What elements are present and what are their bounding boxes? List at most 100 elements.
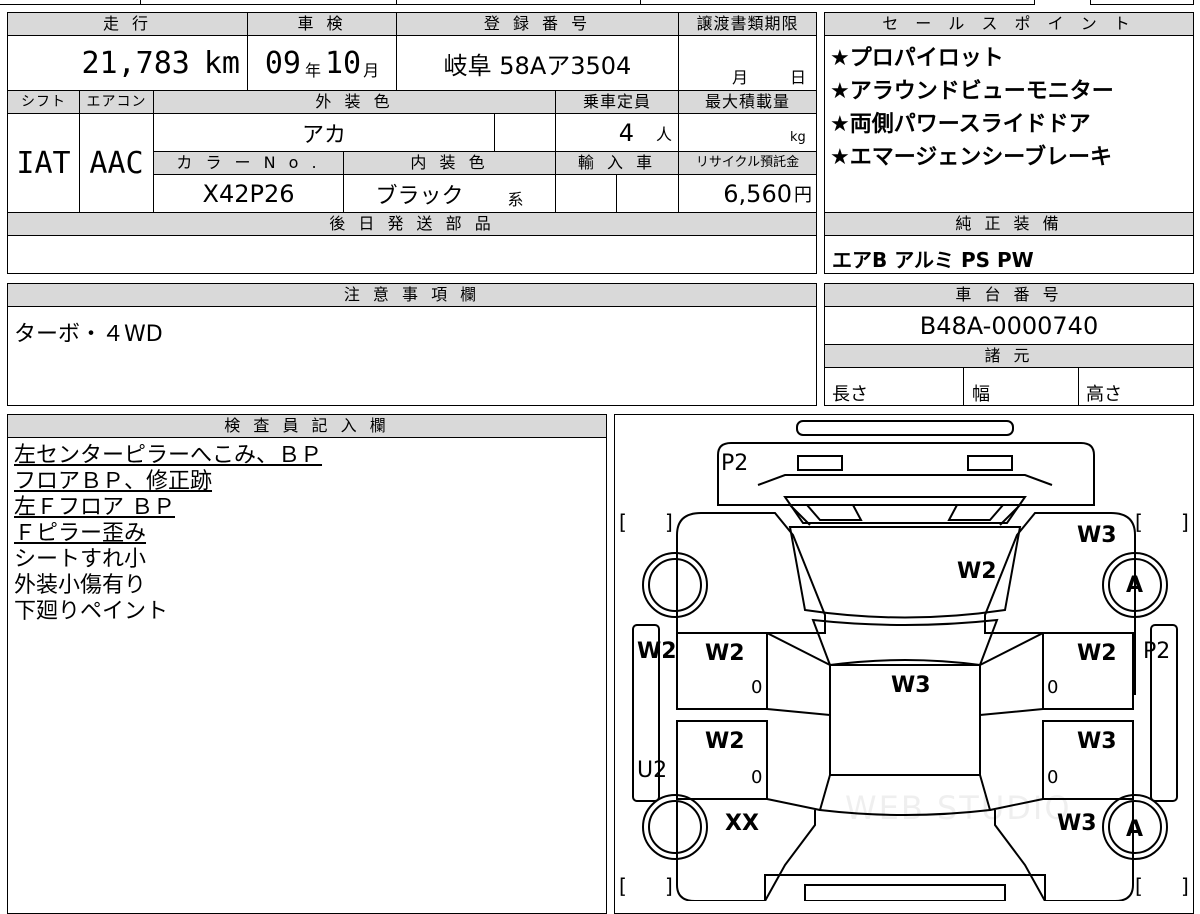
svg-text:]: ] — [1181, 510, 1189, 534]
sales-point-item: ★両側パワースライドドア — [830, 112, 1091, 137]
registration-value: 岐阜 58Aア3504 — [443, 51, 632, 80]
transfer-month-unit: 月 — [732, 68, 749, 87]
specs-header: 諸 元 — [825, 345, 1193, 367]
sales-point-item: ★エマージェンシーブレーキ — [830, 145, 1112, 170]
exterior-color-value: アカ — [301, 122, 346, 148]
capacity-unit: 人 — [655, 124, 672, 144]
car-condition-diagram: [] [] [] [] P2 W2 W3 A W2 W2 0 W3 W2 0 P… — [614, 414, 1194, 914]
left-wiper — [804, 504, 863, 521]
mileage-header: 走 行 — [8, 13, 247, 35]
mark-left-rear-door: W2 — [705, 729, 745, 754]
interior-color-cell: ブラック 系 — [344, 175, 555, 212]
rear-hatch — [764, 874, 1046, 901]
inspector-line: 下廻りペイント — [14, 599, 169, 624]
windshield — [811, 618, 999, 667]
left-front-tire — [642, 552, 708, 618]
svg-text:[: [ — [1135, 510, 1143, 534]
transfer-day-unit: 日 — [790, 68, 807, 87]
genuine-equipment-value: エアB アルミ PS PW — [832, 248, 1034, 272]
specs-width-label: 幅 — [972, 384, 990, 405]
inspection-year: 09 — [264, 45, 301, 81]
inspector-line: シートすれ小 — [14, 547, 147, 572]
color-no-value: X42P26 — [202, 179, 295, 208]
sales-point-item: ★アラウンドビューモニター — [830, 79, 1114, 104]
inspector-line: フロアＢＰ、修正跡 — [14, 469, 213, 494]
exterior-color-header: 外 装 色 — [154, 91, 555, 113]
capacity-value: 4 — [618, 118, 634, 147]
shift-value: IAT — [16, 145, 71, 181]
watermark: WEB STUDIO — [845, 789, 1072, 827]
capacity-cell: 4 人 — [556, 114, 678, 151]
inspector-line: Ｆピラー歪み — [14, 521, 147, 546]
mark-right-rear-door-num: 0 — [1047, 767, 1059, 788]
mark-right-rear-tire: A — [1126, 817, 1144, 842]
max-load-header: 最大積載量 — [679, 91, 816, 113]
transfer-deadline-header: 譲渡書類期限 — [679, 13, 816, 35]
recycle-header: リサイクル預託金 — [679, 152, 816, 174]
mark-right-front-tire: A — [1126, 573, 1144, 598]
mark-left-front-door-num: 0 — [751, 677, 763, 698]
inspection-header: 車 検 — [248, 13, 396, 35]
registration-header: 登 録 番 号 — [397, 13, 678, 35]
inspector-line: 左センターピラーへこみ、ＢＰ — [14, 443, 323, 468]
import-header: 輸 入 車 — [556, 152, 678, 174]
later-parts-header: 後 日 発 送 部 品 — [8, 213, 816, 235]
sales-points-header: セ ー ル ス ポ イ ン ト — [825, 13, 1193, 35]
interior-color-suffix: 系 — [507, 189, 524, 209]
rear-bumper — [804, 884, 1006, 901]
recycle-value: 6,560 — [723, 179, 792, 208]
mark-left-rear-fender: XX — [725, 811, 759, 836]
inspector-line: 外装小傷有り — [14, 573, 147, 598]
right-headlight — [967, 455, 1013, 471]
inspection-year-unit: 年 — [304, 61, 321, 80]
inspector-line: 左Ｆフロア ＢＰ — [14, 495, 175, 520]
interior-color-header: 内 装 色 — [344, 152, 555, 174]
chassis-value: B48A-0000740 — [919, 311, 1099, 340]
svg-text:]: ] — [665, 510, 673, 534]
shift-header: シフト — [8, 91, 79, 113]
mark-right-front-door-num: 0 — [1047, 677, 1059, 698]
mark-left-rear-door-num: 0 — [751, 767, 763, 788]
mileage-value-cell: 21,783 km — [8, 36, 246, 90]
inspection-value-cell: 09 年 10 月 — [248, 36, 396, 90]
mark-left-side-upper: W2 — [637, 639, 677, 664]
genuine-equipment-header: 純 正 装 備 — [825, 213, 1193, 235]
mark-right-front-door: W2 — [1077, 641, 1117, 666]
left-headlight — [797, 455, 843, 471]
color-no-header: カ ラ ー N o . — [154, 152, 343, 174]
inspector-header: 検 査 員 記 入 欄 — [8, 415, 606, 437]
aircon-value: AAC — [89, 145, 144, 181]
mark-right-front-fender: W3 — [1077, 523, 1117, 548]
mark-right-rear-door: W3 — [1077, 729, 1117, 754]
mark-hood: W2 — [957, 559, 997, 584]
notes-header: 注 意 事 項 欄 — [8, 284, 816, 306]
mark-roof: W3 — [891, 673, 931, 698]
mark-front-bumper: P2 — [721, 451, 749, 476]
sales-points-list: ★プロパイロット ★アラウンドビューモニター ★両側パワースライドドア ★エマー… — [830, 42, 1114, 174]
left-door-links — [766, 632, 831, 811]
inspector-notes: 左センターピラーへこみ、ＢＰ フロアＢＰ、修正跡 左Ｆフロア ＢＰ Ｆピラー歪み… — [14, 443, 322, 625]
front-grille — [796, 420, 1014, 436]
svg-text:[: [ — [1135, 874, 1143, 898]
chassis-header: 車 台 番 号 — [825, 284, 1193, 306]
max-load-unit: kg — [790, 130, 806, 145]
recycle-cell: 6,560 円 — [679, 175, 816, 212]
svg-text:]: ] — [665, 874, 673, 898]
mark-left-front-door: W2 — [705, 641, 745, 666]
mileage-value: 21,783 — [81, 45, 190, 81]
front-lip — [757, 474, 1053, 486]
right-door-links — [979, 632, 1044, 811]
inspection-month-unit: 月 — [363, 61, 380, 80]
capacity-header: 乗車定員 — [556, 91, 678, 113]
inspection-month: 10 — [325, 45, 362, 81]
sales-point-item: ★プロパイロット — [830, 46, 1004, 71]
left-rear-tire — [642, 794, 708, 860]
svg-text:[: [ — [619, 510, 627, 534]
specs-length-label: 長さ — [832, 384, 868, 405]
svg-text:]: ] — [1181, 874, 1189, 898]
right-wiper — [947, 504, 1006, 521]
interior-color-value: ブラック — [375, 183, 464, 209]
left-front-fender — [676, 512, 826, 695]
svg-text:[: [ — [619, 874, 627, 898]
mark-right-side-edge: P2 — [1143, 639, 1171, 664]
